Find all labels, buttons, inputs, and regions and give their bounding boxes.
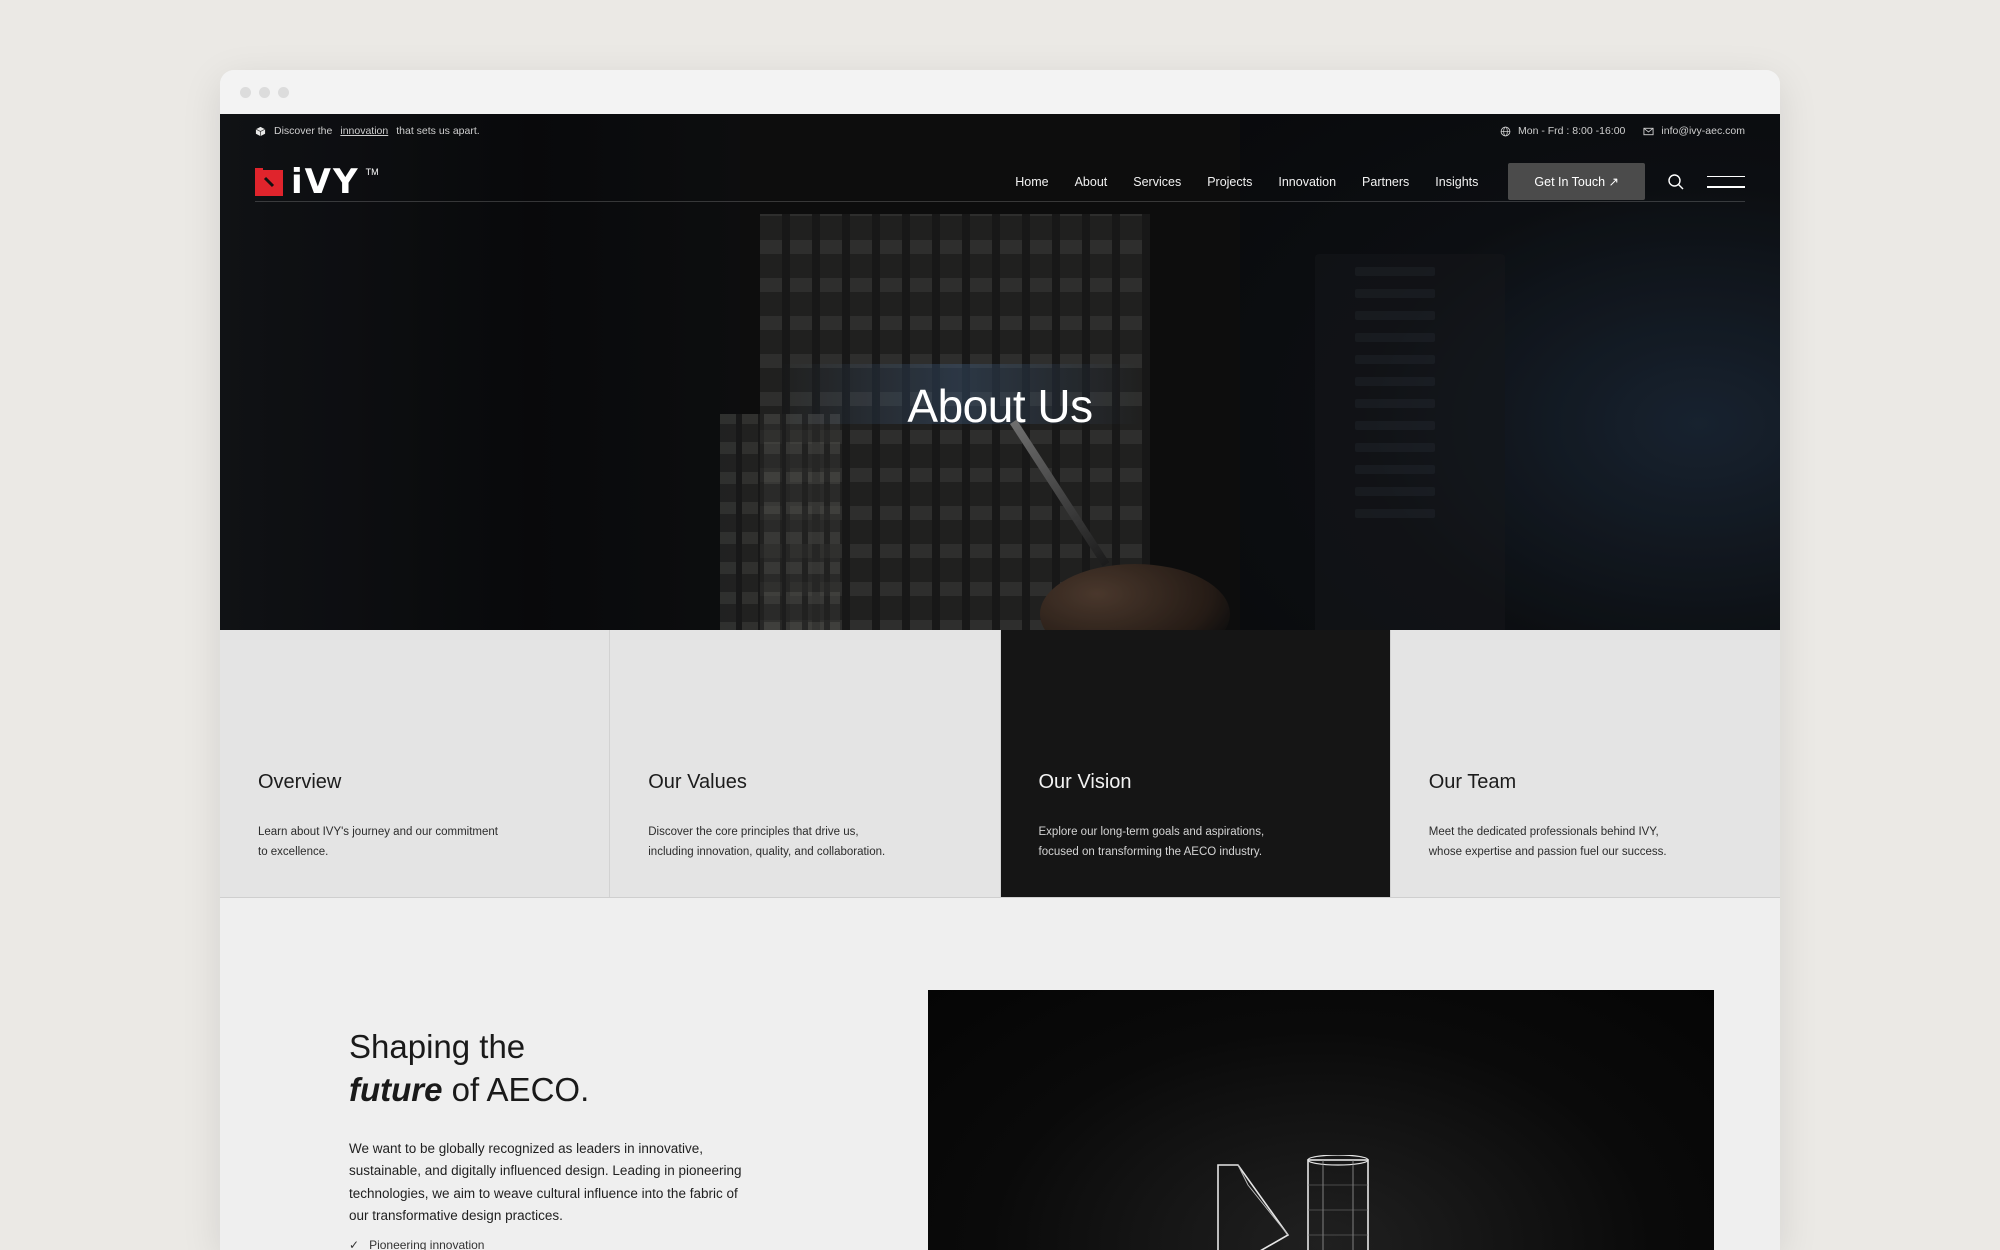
cube-icon	[255, 126, 266, 136]
window-close-dot[interactable]	[240, 86, 251, 98]
nav-about[interactable]: About	[1075, 175, 1108, 189]
nav-links: Home About Services Projects Innovation …	[1015, 175, 1478, 189]
top-info-bar: Discover the innovation that sets us apa…	[220, 114, 1780, 148]
tagline-prefix: Discover the	[274, 125, 333, 137]
bullet-text: Pioneering innovation	[369, 1238, 485, 1250]
tagline-innovation-link[interactable]: innovation	[340, 125, 388, 137]
card-our-vision[interactable]: Our Vision Explore our long-term goals a…	[1000, 630, 1391, 897]
vision-section: Shaping the future of AECO. We want to b…	[220, 898, 1780, 1250]
hamburger-menu-icon[interactable]	[1707, 175, 1745, 188]
get-in-touch-button[interactable]: Get In Touch ↗	[1508, 163, 1645, 200]
card-title: Our Team	[1428, 771, 1517, 793]
nav-innovation[interactable]: Innovation	[1278, 175, 1336, 189]
browser-chrome	[220, 70, 1780, 114]
hero-section: Discover the innovation that sets us apa…	[220, 114, 1780, 630]
topbar-email[interactable]: info@ivy-aec.com	[1643, 125, 1745, 137]
card-title: Our Vision	[1038, 771, 1132, 793]
topbar-contact: Mon - Frd : 8:00 -16:00 info@ivy-aec.com	[1500, 125, 1745, 137]
logo-mark-icon	[255, 167, 283, 196]
card-description: Explore our long-term goals and aspirati…	[1038, 826, 1265, 859]
check-icon: ✓	[349, 1238, 360, 1250]
building-model-illustration	[1217, 1155, 1369, 1250]
nav-partners[interactable]: Partners	[1362, 175, 1409, 189]
bullet-item: ✓ Pioneering innovation	[349, 1238, 484, 1250]
heading-line1: Shaping the	[349, 1028, 526, 1065]
heading-emphasis: future	[349, 1070, 443, 1108]
tagline-suffix: that sets us apart.	[396, 125, 480, 137]
main-navbar: iVY TM Home About Services Projects Inno…	[255, 162, 1745, 202]
hero-title: About Us	[907, 380, 1093, 432]
card-description: Learn about IVY's journey and our commit…	[258, 826, 498, 859]
card-our-values[interactable]: Our Values Discover the core principles …	[610, 630, 1001, 897]
email-text[interactable]: info@ivy-aec.com	[1661, 125, 1745, 137]
card-overview[interactable]: Overview Learn about IVY's journey and o…	[220, 630, 611, 897]
logo-trademark: TM	[365, 166, 379, 177]
card-our-team[interactable]: Our Team Meet the dedicated professional…	[1390, 630, 1780, 897]
section-body: We want to be globally recognized as lea…	[349, 1141, 742, 1223]
topbar-tagline: Discover the innovation that sets us apa…	[255, 125, 480, 137]
architecture-model-image	[928, 990, 1714, 1250]
window-minimize-dot[interactable]	[259, 86, 270, 98]
card-description: Meet the dedicated professionals behind …	[1428, 826, 1667, 859]
about-cards: Overview Learn about IVY's journey and o…	[220, 630, 1780, 898]
globe-icon	[1500, 126, 1511, 136]
nav-home[interactable]: Home	[1015, 175, 1048, 189]
topbar-hours: Mon - Frd : 8:00 -16:00	[1500, 125, 1625, 137]
card-title: Overview	[258, 771, 342, 793]
section-heading: Shaping the future of AECO.	[349, 1026, 589, 1112]
search-icon[interactable]	[1667, 173, 1685, 191]
card-description: Discover the core principles that drive …	[648, 826, 886, 859]
nav-insights[interactable]: Insights	[1435, 175, 1478, 189]
hours-text: Mon - Frd : 8:00 -16:00	[1518, 125, 1626, 137]
mail-icon	[1643, 127, 1654, 135]
browser-window: Discover the innovation that sets us apa…	[220, 70, 1780, 1250]
nav-projects[interactable]: Projects	[1207, 175, 1252, 189]
get-in-touch-label: Get In Touch ↗	[1534, 175, 1619, 189]
logo-text: iVY	[291, 161, 360, 202]
brand-logo[interactable]: iVY TM	[255, 165, 379, 199]
heading-rest: of AECO.	[451, 1070, 590, 1108]
nav-services[interactable]: Services	[1133, 175, 1181, 189]
card-title: Our Values	[648, 771, 747, 793]
window-maximize-dot[interactable]	[278, 86, 289, 98]
